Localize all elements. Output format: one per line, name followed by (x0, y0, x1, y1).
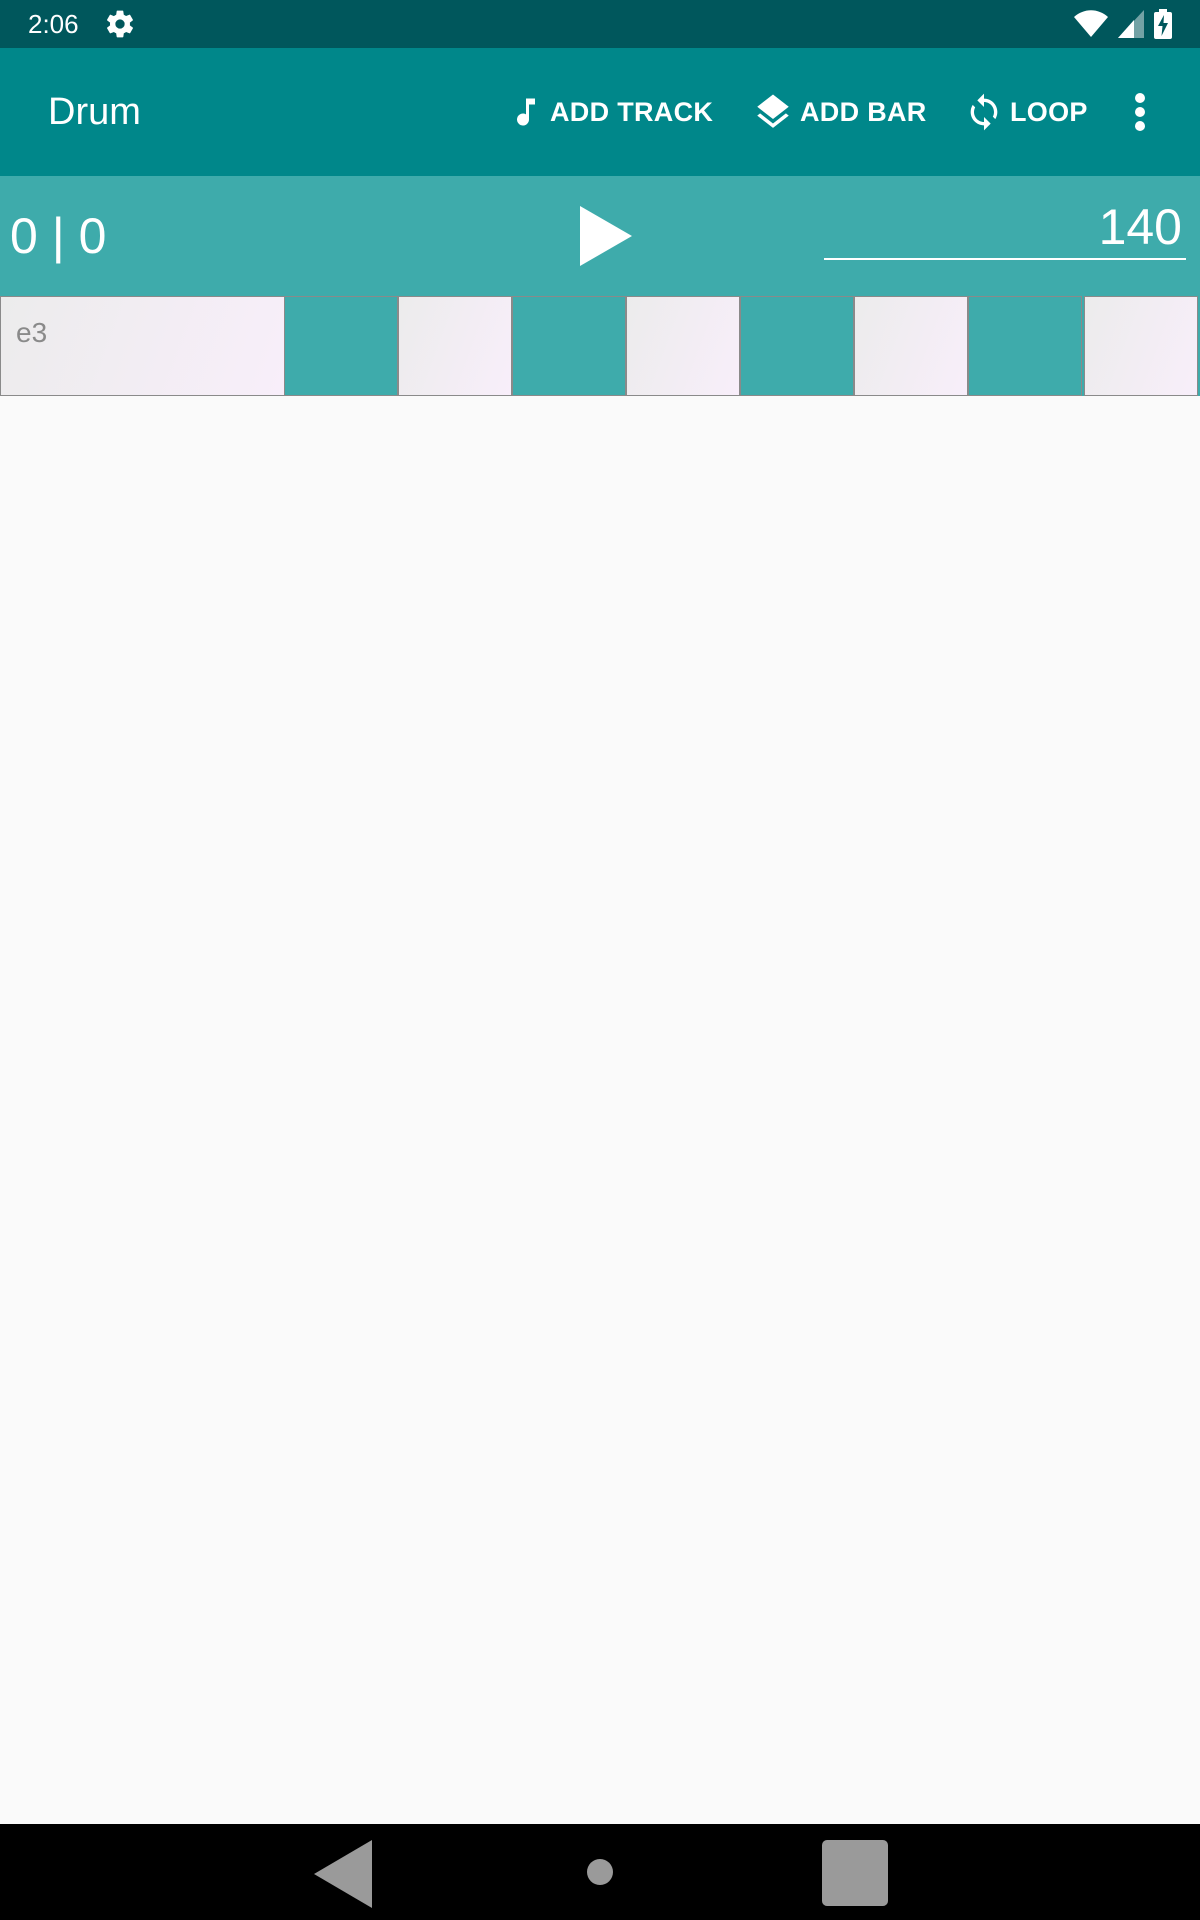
step-cell[interactable] (398, 296, 512, 396)
gear-icon (107, 10, 133, 38)
add-bar-label: ADD BAR (800, 96, 927, 127)
recents-icon[interactable] (822, 1840, 888, 1906)
step-cell[interactable] (284, 296, 398, 396)
status-icons (1074, 8, 1172, 40)
loop-button[interactable]: LOOP (964, 88, 1088, 136)
signal-icon (1118, 10, 1144, 38)
app-title: Drum (48, 91, 141, 133)
wifi-icon (1074, 10, 1108, 37)
step-cell[interactable] (854, 296, 968, 396)
tempo-input[interactable] (824, 196, 1186, 260)
position-readout: 0 | 0 (10, 208, 107, 264)
status-time: 2:06 (28, 9, 79, 39)
music-note-icon (517, 98, 535, 126)
home-icon[interactable] (586, 1858, 614, 1886)
back-icon[interactable] (310, 1838, 376, 1910)
track-name-cell[interactable]: e3 (0, 296, 286, 396)
transport-bar: 0 | 0 (0, 176, 1200, 296)
layers-icon (757, 94, 789, 128)
nav-bar (0, 1824, 1200, 1920)
more-vert-icon[interactable] (1122, 88, 1158, 136)
battery-charging-icon (1154, 9, 1172, 39)
status-bar: 2:06 (0, 0, 1200, 48)
step-cell[interactable] (626, 296, 740, 396)
step-cell[interactable] (968, 296, 1082, 396)
track-name-label: e3 (16, 317, 48, 348)
app-bar: Drum ADD TRACK ADD BAR LOOP (0, 48, 1200, 176)
loop-label: LOOP (1010, 96, 1088, 127)
step-cell[interactable] (1084, 296, 1198, 396)
loop-icon (970, 93, 998, 131)
add-track-label: ADD TRACK (550, 96, 714, 127)
step-cell[interactable] (512, 296, 626, 396)
screen: 2:06 Drum ADD TRACK ADD BAR LOOP 0 | 0 1… (0, 0, 1200, 1920)
add-bar-button[interactable]: ADD BAR (752, 88, 927, 136)
track-row: e3 (0, 296, 1200, 396)
add-track-button[interactable]: ADD TRACK (508, 88, 713, 136)
play-icon[interactable] (572, 202, 638, 270)
step-cell[interactable] (740, 296, 854, 396)
